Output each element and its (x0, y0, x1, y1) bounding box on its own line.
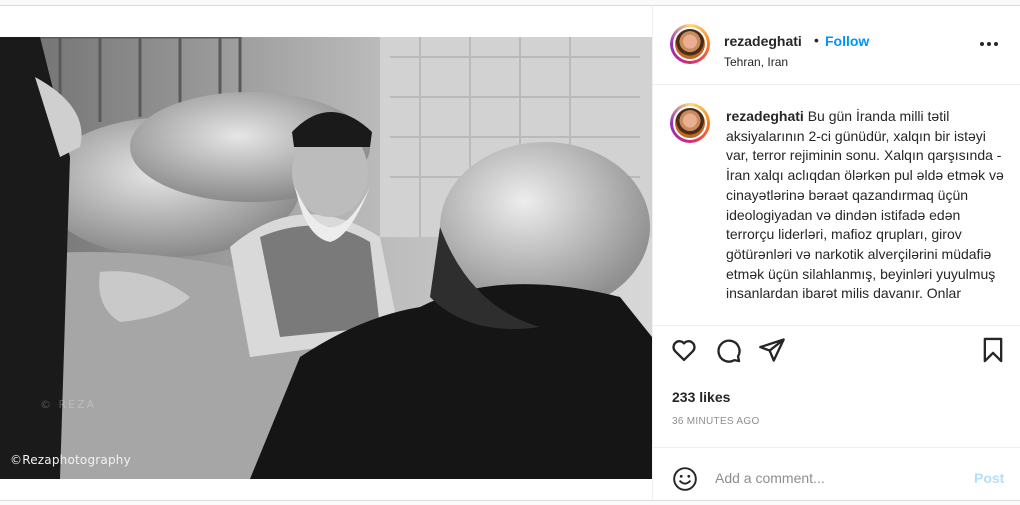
post-side-panel: rezadeghati • Follow Tehran, Iran rezade… (652, 6, 1020, 500)
post-header: rezadeghati • Follow Tehran, Iran (653, 6, 1020, 85)
more-horizontal-icon[interactable] (980, 42, 1000, 48)
caption-text: Bu gün İranda milli tətil aksiyalarının … (726, 108, 1004, 302)
photo-illustration (0, 37, 652, 479)
comment-input[interactable] (715, 466, 955, 490)
photo-watermark: © REZA (40, 398, 97, 411)
caption-username[interactable]: rezadeghati (726, 108, 804, 124)
post-location[interactable]: Tehran, Iran (724, 55, 788, 69)
bookmark-icon[interactable] (979, 336, 1007, 364)
post-photo[interactable]: © REZA ©Rezaphotography (0, 37, 652, 479)
comment-bar: Post (653, 447, 1020, 501)
likes-count[interactable]: 233 likes (672, 389, 730, 405)
photo-credit: ©Rezaphotography (10, 453, 131, 467)
comment-icon[interactable] (714, 336, 742, 364)
caption-avatar[interactable] (670, 103, 710, 143)
caption-section: rezadeghati Bu gün İranda milli tətil ak… (653, 85, 1020, 326)
separator-dot: • (814, 32, 819, 48)
heart-icon[interactable] (670, 336, 698, 364)
post-comment-button[interactable]: Post (974, 470, 1004, 486)
follow-button[interactable]: Follow (825, 33, 869, 49)
author-username[interactable]: rezadeghati (724, 33, 802, 49)
action-bar (653, 336, 1020, 376)
emoji-icon[interactable] (672, 466, 698, 492)
post-caption: rezadeghati Bu gün İranda milli tətil ak… (726, 107, 1006, 304)
post-container: © REZA ©Rezaphotography rezadeghati • Fo… (0, 5, 1020, 501)
paper-plane-icon[interactable] (758, 336, 786, 364)
author-avatar[interactable] (670, 24, 710, 64)
post-timestamp[interactable]: 36 MINUTES AGO (672, 416, 760, 427)
